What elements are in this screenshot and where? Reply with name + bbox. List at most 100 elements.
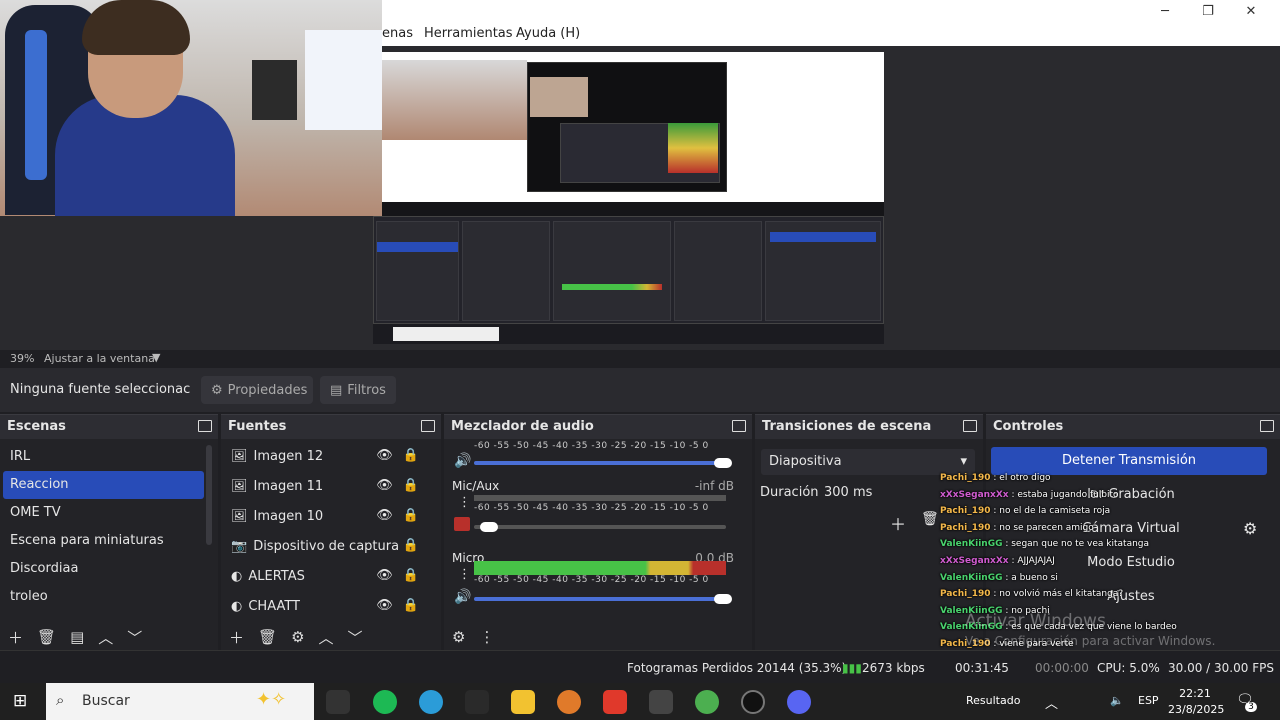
signal-icon: ▮▮▮ [842,661,862,675]
lock-icon[interactable]: 🔒 [403,538,419,553]
trash-icon[interactable]: 🗑 [258,628,277,646]
menu-scenes[interactable]: enas [382,26,413,41]
menu-help[interactable]: Ayuda (H) [516,26,580,41]
duration-input[interactable]: 300 ms [824,485,872,500]
chevron-up-icon[interactable]: ︿ [1045,693,1058,712]
move-up-icon[interactable]: ︿ [98,627,113,648]
filter-icon[interactable]: ▤ [70,628,84,646]
task-view-icon[interactable] [326,690,350,714]
scene-item[interactable]: Escena para miniaturas [3,527,204,555]
volume-icon[interactable]: 🔈 [1110,694,1124,707]
scene-item[interactable]: Discordiaa [3,555,204,583]
status-bar: Fotogramas Perdidos 20144 (35.3%) ▮▮▮ 26… [0,650,1280,683]
eye-icon[interactable]: 👁 [376,478,393,493]
filters-button[interactable]: ▤ Filtros [320,376,396,404]
zoom-mode-select[interactable]: Ajustar a la ventana [44,352,155,365]
chevron-down-icon[interactable]: ▼ [152,351,160,364]
maximize-button[interactable]: ❐ [1187,0,1229,22]
volume-knob[interactable] [714,458,732,468]
kebab-menu-icon[interactable]: ⋮ [458,495,471,510]
windows-taskbar: ⊞ ⌕ Buscar ✦✧ Resultado ︿ 🔈 ESP 22:21 23… [0,683,1280,720]
trash-icon[interactable]: 🗑 [921,511,939,527]
source-item[interactable]: 🖼 Imagen 11 👁 🔒 [223,471,429,501]
volume-knob[interactable] [714,594,732,604]
lock-icon[interactable]: 🔒 [403,508,419,523]
app-icon[interactable] [649,690,673,714]
chrome-icon[interactable] [695,690,719,714]
kebab-menu-icon[interactable]: ⋮ [479,628,494,646]
move-down-icon[interactable]: ﹀ [127,627,142,648]
file-explorer-icon[interactable] [511,690,535,714]
gear-icon[interactable]: ⚙ [291,628,304,646]
chat-text: : segan que no te vea kitatanga [1002,539,1150,550]
lock-icon[interactable]: 🔒 [403,568,419,583]
speaker-icon[interactable]: 🔊 [454,453,471,469]
scene-item[interactable]: troleo [3,583,204,611]
undock-icon[interactable] [1260,420,1274,432]
taskbar-search[interactable]: ⌕ Buscar ✦✧ [46,683,314,720]
taskbar-clock[interactable]: 22:21 [1170,687,1220,700]
move-down-icon[interactable]: ﹀ [348,627,363,648]
add-icon[interactable]: ＋ [890,511,906,535]
eye-icon[interactable]: 👁 [376,598,393,613]
lock-icon[interactable]: 🔒 [403,598,419,613]
windows-start-icon[interactable]: ⊞ [13,691,27,711]
scene-item[interactable]: OME TV [3,499,204,527]
undock-icon[interactable] [732,420,746,432]
chat-username: ValenKiinGG [940,539,1003,550]
lock-icon[interactable]: 🔒 [403,448,419,463]
eye-icon[interactable]: 👁 [376,448,393,463]
taskbar-date[interactable]: 23/8/2025 [1168,703,1224,716]
language-indicator[interactable]: ESP [1138,694,1159,707]
menu-tools[interactable]: Herramientas [424,26,513,41]
mixer-title: Mezclador de audio [451,419,594,434]
source-label: Dispositivo de captura [253,538,400,554]
spotify-icon[interactable] [373,690,397,714]
gear-icon[interactable]: ⚙ [452,628,465,646]
speaker-icon[interactable]: 🔊 [454,589,471,605]
channel-level: -inf dB [694,479,734,493]
source-item[interactable]: 🖼 Imagen 12 👁 🔒 [223,441,429,471]
obs-icon[interactable] [741,690,765,714]
chat-message: Pachi_190 : no se parecen amigo [940,520,1210,537]
discord-icon[interactable] [787,690,811,714]
properties-button[interactable]: ⚙ Propiedades [201,376,313,404]
source-item[interactable]: ◐ CHAATT 👁 🔒 [223,591,429,621]
lock-icon[interactable]: 🔒 [403,478,419,493]
eye-icon[interactable]: 👁 [376,508,393,523]
epic-games-icon[interactable] [465,690,489,714]
transitions-header: Transiciones de escena [755,415,983,439]
add-icon[interactable]: ＋ [229,627,244,648]
source-item[interactable]: 🖼 Imagen 10 👁 🔒 [223,501,429,531]
mixer-channel-mic-aux: Mic/Aux -inf dB ⋮ -60 -55 -50 -45 -40 -3… [444,475,752,547]
gear-icon: ⚙ [211,382,223,398]
muted-speaker-icon[interactable] [454,517,470,531]
volume-knob[interactable] [480,522,498,532]
minimize-button[interactable]: ─ [1144,0,1186,22]
undock-icon[interactable] [198,420,212,432]
eye-icon[interactable]: 👁 [376,568,393,583]
undock-icon[interactable] [421,420,435,432]
volume-slider[interactable] [474,525,726,529]
kebab-menu-icon[interactable]: ⋮ [458,567,471,582]
chat-username: xXxSeganxXx [940,489,1009,500]
volume-slider[interactable] [474,461,726,465]
source-item[interactable]: 📷 Dispositivo de captura 🔒 [223,531,429,561]
move-up-icon[interactable]: ︿ [319,627,334,648]
trash-icon[interactable]: 🗑 [37,628,56,646]
image-icon: 🖼 [231,508,248,524]
edge-icon[interactable] [419,690,443,714]
chat-username: Pachi_190 [940,589,991,600]
add-icon[interactable]: ＋ [8,627,23,648]
scenes-scrollbar[interactable] [206,445,212,545]
camera-icon: 📷 [231,538,248,554]
volume-slider[interactable] [474,597,726,601]
scene-item[interactable]: IRL [3,443,204,471]
gear-icon[interactable]: ⚙ [1243,519,1257,538]
source-item[interactable]: ◐ ALERTAS 👁 🔒 [223,561,429,591]
undock-icon[interactable] [963,420,977,432]
app-icon[interactable] [603,690,627,714]
app-icon[interactable] [557,690,581,714]
scene-item-selected[interactable]: Reaccion [3,471,204,499]
close-button[interactable]: ✕ [1230,0,1272,22]
